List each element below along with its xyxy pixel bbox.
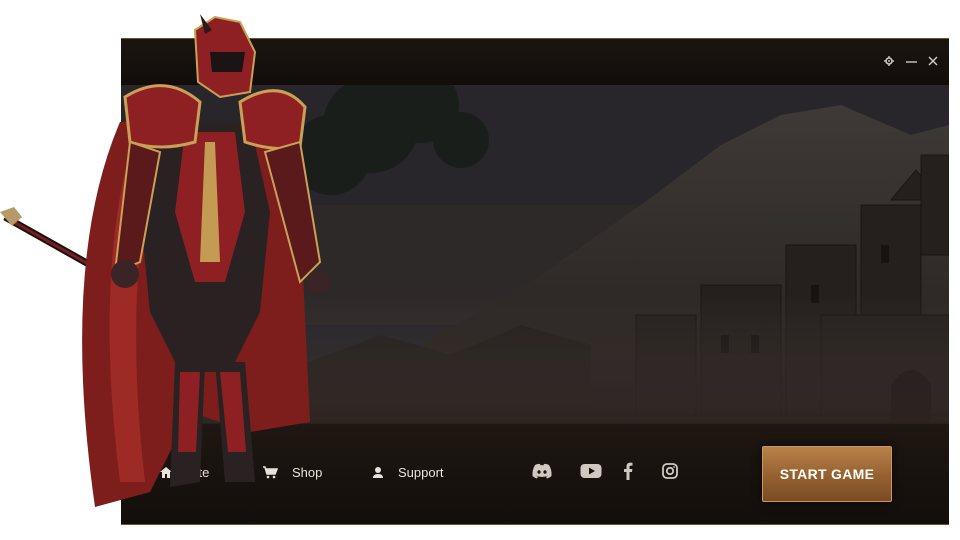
close-icon[interactable] [927, 55, 939, 67]
facebook-icon[interactable] [617, 460, 639, 482]
support-link[interactable]: Support [372, 462, 444, 482]
minimize-icon[interactable] [905, 55, 917, 67]
youtube-icon[interactable] [580, 460, 602, 482]
settings-icon[interactable] [883, 55, 895, 67]
instagram-icon[interactable] [659, 460, 681, 482]
start-game-button[interactable]: START GAME [762, 446, 892, 502]
window-controls [883, 55, 939, 67]
support-label: Support [398, 464, 444, 480]
discord-icon[interactable] [531, 460, 553, 482]
user-icon [373, 466, 383, 478]
hero-knight-art [0, 14, 330, 507]
